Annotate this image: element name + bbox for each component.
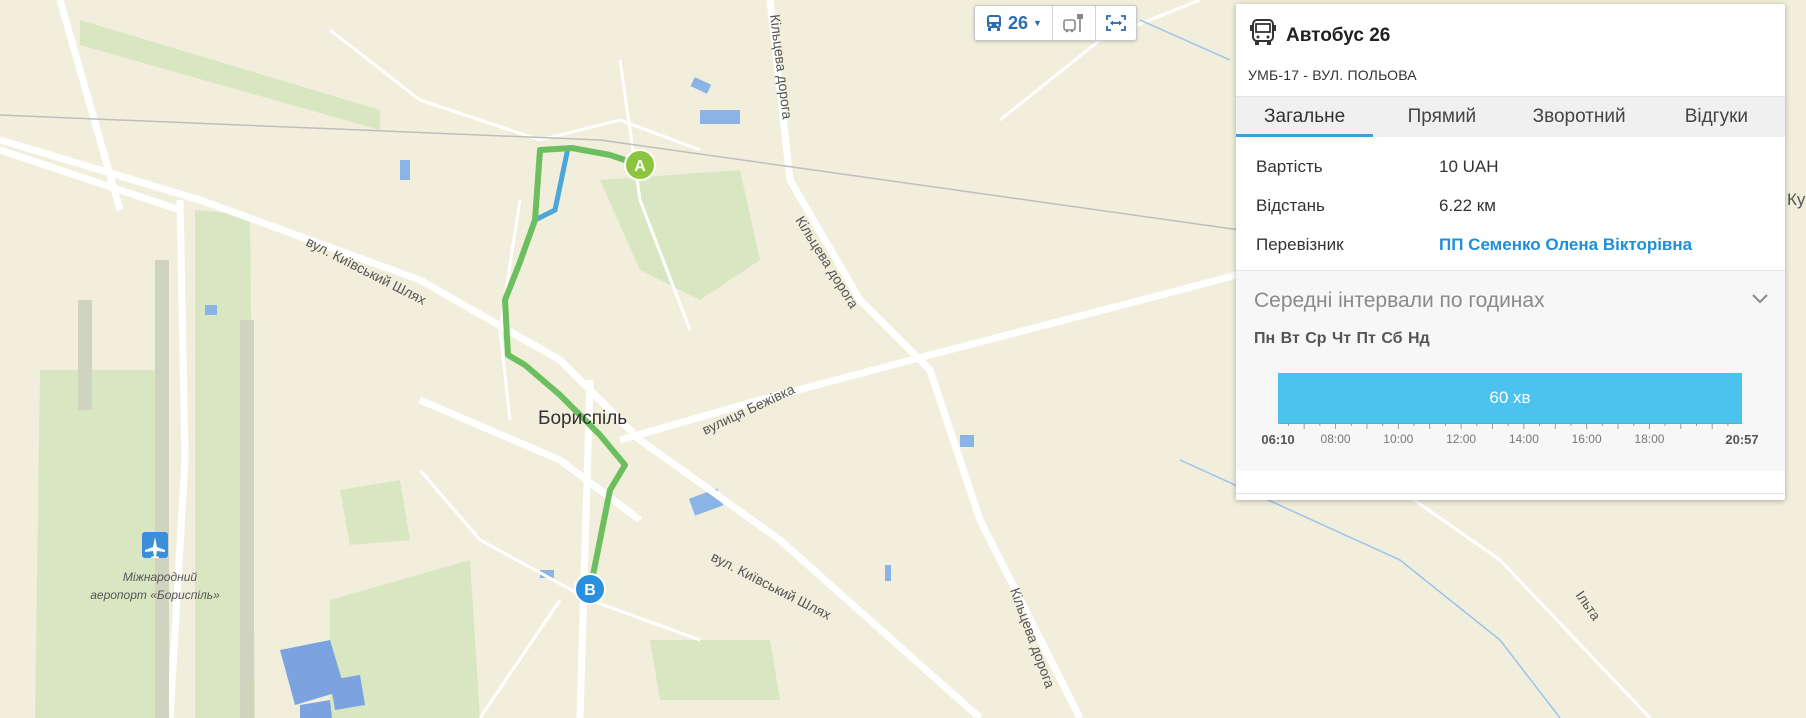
bus-icon	[985, 14, 1003, 32]
distance-value: 6.22 км	[1439, 195, 1496, 215]
start-time-label: 06:10	[1261, 432, 1295, 447]
panel-tabs: Загальне Прямий Зворотний Відгуки	[1236, 96, 1785, 137]
route-info-panel: Автобус 26 УМБ-17 - ВУЛ. ПОЛЬОВА Загальн…	[1236, 4, 1785, 500]
route-selector-button[interactable]: 26 ▼	[975, 6, 1053, 40]
cost-value: 10 UAH	[1439, 156, 1499, 176]
cost-label: Вартість	[1256, 156, 1323, 176]
tab-reviews[interactable]: Відгуки	[1648, 97, 1785, 137]
axis-tick-label: 16:00	[1571, 432, 1602, 446]
intervals-header[interactable]: Середні інтервали по годинах	[1236, 271, 1785, 313]
axis-tick-label: 18:00	[1634, 432, 1665, 446]
edge-place-label: Ку	[1787, 190, 1806, 209]
interval-bar-label: 60 хв	[1489, 388, 1531, 407]
route-number: 26	[1008, 12, 1029, 33]
info-row-distance: Відстань 6.22 км	[1256, 186, 1765, 225]
carrier-label: Перевізник	[1256, 234, 1344, 254]
intervals-section: Середні інтервали по годинах Пн Вт Ср Чт…	[1236, 271, 1785, 471]
bus-icon	[1248, 18, 1278, 53]
bus-stop-icon	[1063, 13, 1085, 33]
tab-forward[interactable]: Прямий	[1373, 97, 1510, 137]
city-label: Бориспіль	[538, 408, 627, 429]
intervals-title: Середні інтервали по годинах	[1254, 289, 1545, 312]
marker-a-label: A	[634, 158, 646, 175]
panel-title: Автобус 26	[1286, 24, 1391, 46]
distance-label: Відстань	[1256, 195, 1325, 215]
interval-bar: 60 хв	[1278, 373, 1742, 423]
tab-return[interactable]: Зворотний	[1511, 97, 1648, 137]
fit-route-button[interactable]	[1096, 6, 1136, 40]
chevron-down-icon[interactable]	[1751, 292, 1769, 310]
weekdays-label: Пн Вт Ср Чт Пт Сб Нд	[1254, 330, 1430, 347]
info-row-cost: Вартість 10 UAH	[1256, 147, 1765, 186]
time-axis-ticks	[1287, 423, 1729, 429]
airport-label-1: Міжнародний	[123, 570, 197, 584]
carrier-link[interactable]: ПП Семенко Олена Вікторівна	[1439, 235, 1692, 255]
route-toolbar: 26 ▼	[974, 5, 1137, 41]
axis-tick-label: 08:00	[1320, 432, 1351, 446]
fit-bounds-icon	[1106, 15, 1126, 31]
axis-tick-label: 12:00	[1446, 432, 1477, 446]
route-endpoints: УМБ-17 - ВУЛ. ПОЛЬОВА	[1248, 67, 1417, 83]
airport-icon	[142, 532, 168, 558]
panel-header: Автобус 26 УМБ-17 - ВУЛ. ПОЛЬОВА	[1236, 4, 1785, 96]
route-info-table: Вартість 10 UAH Відстань 6.22 км Перевіз…	[1236, 137, 1785, 264]
tab-general[interactable]: Загальне	[1236, 97, 1374, 137]
axis-tick-label: 10:00	[1383, 432, 1414, 446]
end-time-label: 20:57	[1725, 432, 1759, 447]
time-axis: 06:10 20:57 08:00 10:00 12:00 14:00 16:00 18:…	[1261, 423, 1759, 453]
chevron-down-icon: ▼	[1033, 18, 1042, 28]
info-row-carrier: Перевізник ПП Семенко Олена Вікторівна	[1256, 225, 1765, 264]
marker-b-label: B	[584, 582, 596, 599]
airport-label-2: аеропорт «Бориспіль»	[90, 588, 220, 602]
axis-tick-label: 14:00	[1508, 432, 1539, 446]
marker-a[interactable]: A	[624, 149, 656, 181]
marker-b[interactable]: B	[574, 573, 606, 605]
bus-stops-toggle-button[interactable]	[1053, 6, 1096, 40]
